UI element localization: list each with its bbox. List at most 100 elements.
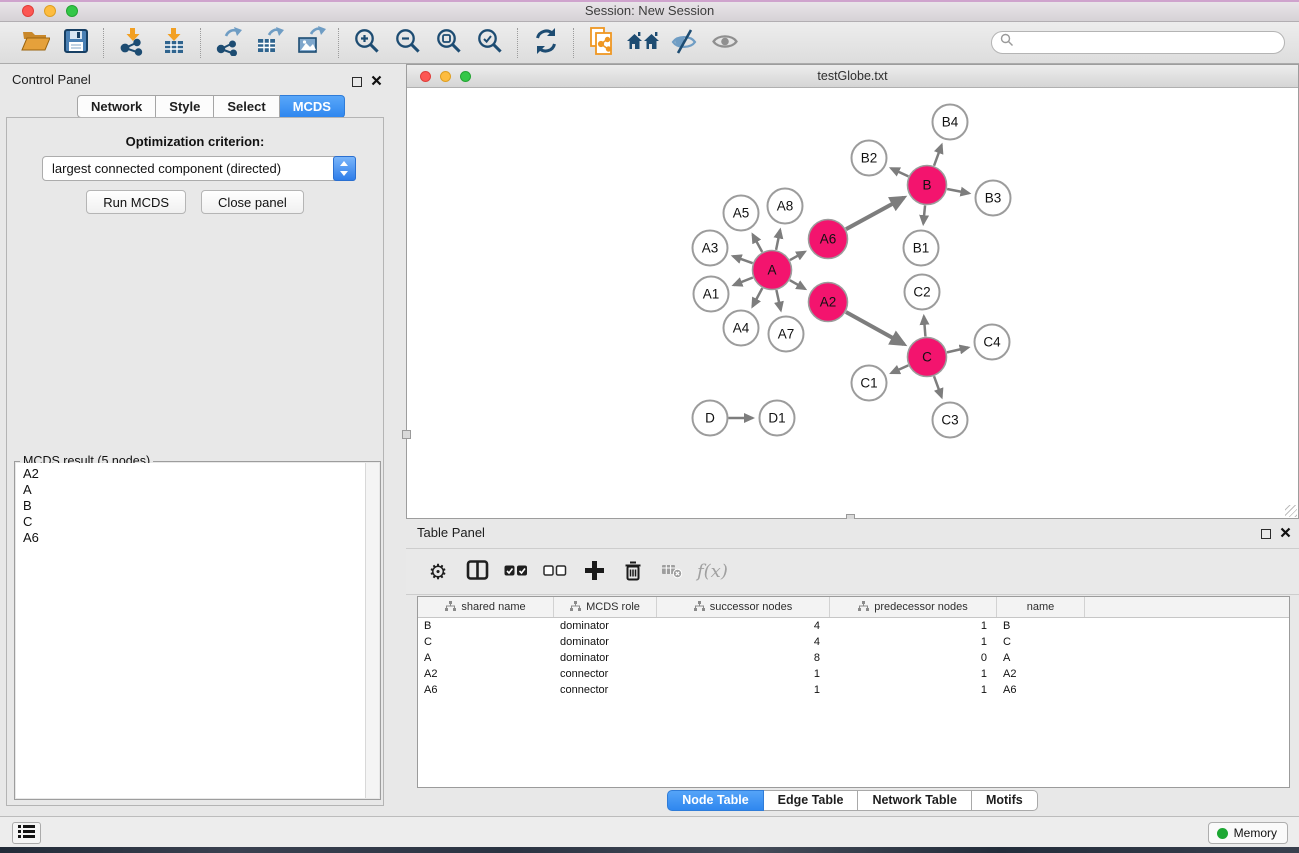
graph-node-A1[interactable]: A1 [694, 277, 729, 312]
table-cell[interactable]: connector [554, 666, 657, 682]
graphics-details-button[interactable] [667, 25, 700, 61]
float-panel-icon[interactable] [352, 77, 362, 87]
table-cell[interactable]: 1 [830, 634, 997, 650]
result-item[interactable]: A [23, 482, 379, 498]
close-panel-button[interactable]: Close panel [201, 190, 304, 214]
save-session-button[interactable] [59, 25, 92, 61]
table-row[interactable]: A6connector11A6 [418, 682, 1289, 698]
table-cell[interactable]: 1 [830, 618, 997, 634]
result-item[interactable]: A2 [23, 466, 379, 482]
table-cell[interactable]: dominator [554, 634, 657, 650]
zoom-in-button[interactable] [350, 25, 383, 61]
graph-edge-A-A6[interactable] [790, 252, 805, 260]
export-table-button[interactable] [253, 25, 286, 61]
table-cell[interactable]: A6 [997, 682, 1085, 698]
table-settings-button[interactable]: ⚙ [424, 557, 452, 587]
graph-node-C1[interactable]: C1 [852, 366, 887, 401]
graph-node-D[interactable]: D [693, 401, 728, 436]
table-tab-node-table[interactable]: Node Table [667, 790, 763, 811]
graph-node-B[interactable]: B [908, 166, 947, 205]
graph-edge-C-C2[interactable] [924, 316, 926, 336]
delete-column-button[interactable] [619, 557, 647, 587]
graph-edge-A6-B[interactable] [846, 198, 904, 229]
table-cell[interactable]: B [997, 618, 1085, 634]
criterion-dropdown[interactable]: largest connected component (directed) [42, 156, 356, 181]
graph-node-A3[interactable]: A3 [693, 231, 728, 266]
table-cell[interactable]: connector [554, 682, 657, 698]
graph-edge-A-A3[interactable] [733, 256, 753, 263]
graph-node-A8[interactable]: A8 [768, 189, 803, 224]
table-cell[interactable]: 1 [830, 682, 997, 698]
result-item[interactable]: B [23, 498, 379, 514]
column-header-successor-nodes[interactable]: successor nodes [657, 597, 830, 617]
graph-node-D1[interactable]: D1 [760, 401, 795, 436]
table-row[interactable]: Bdominator41B [418, 618, 1289, 634]
home-button[interactable] [626, 25, 659, 61]
graph-node-C2[interactable]: C2 [905, 275, 940, 310]
graph-edge-C-C1[interactable] [891, 365, 908, 373]
graph-node-A2[interactable]: A2 [809, 283, 848, 322]
graph-node-A5[interactable]: A5 [724, 196, 759, 231]
close-panel-icon[interactable] [371, 73, 382, 91]
graph-node-B1[interactable]: B1 [904, 231, 939, 266]
column-header-name[interactable]: name [997, 597, 1085, 617]
table-row[interactable]: Adominator80A [418, 650, 1289, 666]
column-header-predecessor-nodes[interactable]: predecessor nodes [830, 597, 997, 617]
graph-node-C4[interactable]: C4 [975, 325, 1010, 360]
control-tab-mcds[interactable]: MCDS [280, 95, 345, 118]
table-cell[interactable]: 4 [657, 634, 830, 650]
export-network-button[interactable] [212, 25, 245, 61]
control-tab-select[interactable]: Select [214, 95, 279, 118]
left-edge-handle[interactable] [402, 430, 411, 439]
graph-edge-C-C3[interactable] [934, 376, 942, 397]
table-cell[interactable]: A2 [997, 666, 1085, 682]
graph-edge-B-B3[interactable] [947, 189, 969, 193]
resize-grip[interactable] [1285, 505, 1297, 517]
table-cell[interactable]: 0 [830, 650, 997, 666]
network-canvas[interactable]: B4B2BB3A8A5A6A3B1AA1C2A2A4A7C4CC1DD1C3 [407, 88, 1298, 518]
control-tab-network[interactable]: Network [77, 95, 156, 118]
graph-edge-C-C4[interactable] [947, 348, 968, 353]
graph-node-A4[interactable]: A4 [724, 311, 759, 346]
refresh-button[interactable] [529, 25, 562, 61]
close-table-panel-icon[interactable] [1280, 525, 1291, 543]
table-cell[interactable]: 8 [657, 650, 830, 666]
zoom-selected-button[interactable] [473, 25, 506, 61]
import-table-button[interactable] [156, 25, 189, 61]
graph-node-A7[interactable]: A7 [769, 317, 804, 352]
graph-edge-A-A2[interactable] [790, 280, 805, 289]
table-tab-edge-table[interactable]: Edge Table [764, 790, 859, 811]
select-all-rows-button[interactable] [502, 557, 530, 587]
graph-edge-A-A7[interactable] [776, 290, 780, 310]
graph-node-A[interactable]: A [753, 251, 792, 290]
graph-node-B4[interactable]: B4 [933, 105, 968, 140]
graph-edge-B-B4[interactable] [934, 145, 942, 166]
column-header-shared-name[interactable]: shared name [418, 597, 554, 617]
graph-edge-A-A8[interactable] [776, 230, 780, 250]
graph-node-C3[interactable]: C3 [933, 403, 968, 438]
result-item[interactable]: C [23, 514, 379, 530]
function-builder-button[interactable]: f(x) [697, 557, 728, 587]
column-visibility-button[interactable] [463, 557, 491, 587]
graph-node-A6[interactable]: A6 [809, 220, 848, 259]
task-history-button[interactable] [12, 822, 41, 844]
graph-edge-A-A1[interactable] [734, 278, 753, 286]
graph-edge-B-B1[interactable] [923, 205, 925, 223]
graph-edge-A2-C[interactable] [846, 312, 904, 344]
column-header-MCDS-role[interactable]: MCDS role [554, 597, 657, 617]
graph-node-B3[interactable]: B3 [976, 181, 1011, 216]
graph-edge-A-A4[interactable] [753, 288, 763, 306]
graph-edge-B-B2[interactable] [891, 168, 908, 176]
table-cell[interactable]: C [418, 634, 554, 650]
table-cell[interactable]: A [418, 650, 554, 666]
table-row[interactable]: Cdominator41C [418, 634, 1289, 650]
table-cell[interactable]: A2 [418, 666, 554, 682]
float-table-panel-icon[interactable] [1261, 529, 1271, 539]
open-session-button[interactable] [18, 25, 51, 61]
create-column-button[interactable] [580, 557, 608, 587]
birds-eye-view-button[interactable] [708, 25, 741, 61]
graph-edge-A-A5[interactable] [753, 235, 763, 252]
table-cell[interactable]: 1 [830, 666, 997, 682]
deselect-all-rows-button[interactable] [541, 557, 569, 587]
node-table[interactable]: shared nameMCDS rolesuccessor nodesprede… [417, 596, 1290, 788]
